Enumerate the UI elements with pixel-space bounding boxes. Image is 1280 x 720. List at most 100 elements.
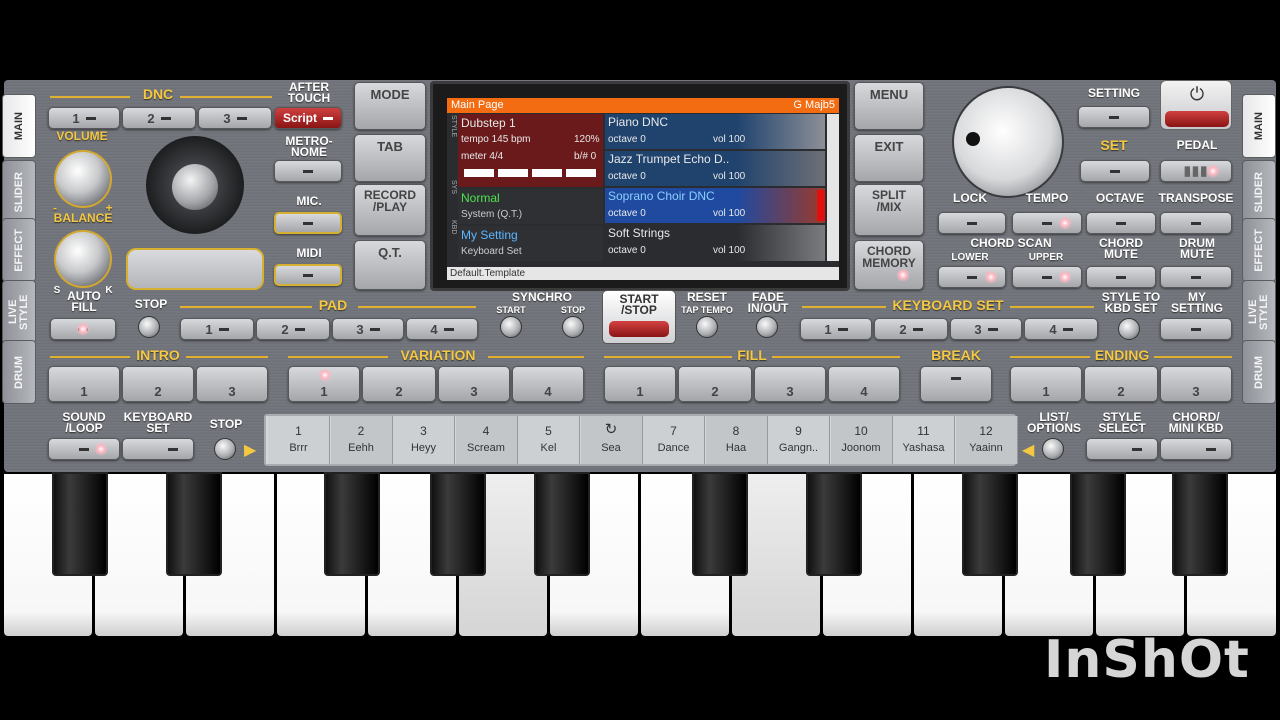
dnc-2-button[interactable]: 2 [122, 107, 196, 129]
my-setting-panel[interactable]: My Setting Keyboard Set [458, 226, 603, 261]
normal-panel[interactable]: Normal System (Q.T.) [458, 189, 603, 224]
list-options-knob[interactable] [1042, 438, 1064, 460]
pad-stop-knob[interactable] [138, 316, 160, 338]
keyboard-set-button[interactable] [122, 438, 194, 460]
reset-knob[interactable] [696, 316, 718, 338]
start-stop-button[interactable]: START /STOP [602, 290, 676, 344]
sound-pad-2[interactable]: 2 Eehh [330, 416, 393, 464]
tab-slider-left[interactable]: SLIDER [2, 160, 36, 224]
tab-live-style-left[interactable]: LIVE STYLE [2, 280, 36, 344]
metronome-button[interactable] [274, 160, 342, 182]
black-key[interactable] [1172, 472, 1228, 576]
midi-button[interactable] [274, 264, 342, 286]
upper2-voice[interactable]: Jazz Trumpet Echo D.. octave 0 vol 100 [605, 151, 825, 186]
pad-4-button[interactable]: 4 [406, 318, 478, 340]
mic-button[interactable] [274, 212, 342, 234]
exit-button[interactable]: EXIT [854, 134, 924, 182]
sound-pad-10[interactable]: 10 Joonom [830, 416, 893, 464]
black-key[interactable] [806, 472, 862, 576]
black-key[interactable] [962, 472, 1018, 576]
record-play-button[interactable]: RECORD /PLAY [354, 184, 426, 236]
black-key[interactable] [430, 472, 486, 576]
octave-button[interactable] [1086, 212, 1156, 234]
black-key[interactable] [692, 472, 748, 576]
fill-3-button[interactable]: 3 [754, 366, 826, 402]
dnc-3-button[interactable]: 3 [198, 107, 272, 129]
chord-memory-button[interactable]: CHORD MEMORY [854, 240, 924, 290]
voice-scrollbar[interactable] [827, 114, 839, 261]
style-to-kbd-knob[interactable] [1118, 318, 1140, 340]
black-key[interactable] [52, 472, 108, 576]
chord-mini-kbd-button[interactable] [1160, 438, 1232, 460]
variation-2-button[interactable]: 2 [362, 366, 436, 402]
my-setting-button[interactable] [1160, 318, 1232, 340]
kbd-set-2-button[interactable]: 2 [874, 318, 948, 340]
pad-1-button[interactable]: 1 [180, 318, 254, 340]
sound-pad-1[interactable]: 1 Brrr [268, 416, 330, 464]
ending-2-button[interactable]: 2 [1084, 366, 1158, 402]
sound-pad-12[interactable]: 12 Yaainn [955, 416, 1018, 464]
ending-3-button[interactable]: 3 [1160, 366, 1232, 402]
sound-pad-6[interactable]: ↻ Sea [580, 416, 643, 464]
sound-pad-4[interactable]: 4 Scream [455, 416, 518, 464]
kbd-set-4-button[interactable]: 4 [1024, 318, 1098, 340]
fill-4-button[interactable]: 4 [828, 366, 900, 402]
tab-main-right[interactable]: MAIN [1242, 94, 1276, 158]
split-mix-button[interactable]: SPLIT /MIX [854, 184, 924, 236]
intro-1-button[interactable]: 1 [48, 366, 120, 402]
transpose-button[interactable] [1160, 212, 1232, 234]
qt-button[interactable]: Q.T. [354, 240, 426, 290]
joystick-handle[interactable] [172, 164, 218, 210]
fill-2-button[interactable]: 2 [678, 366, 752, 402]
drum-mute-button[interactable] [1160, 266, 1232, 288]
chord-mute-button[interactable] [1086, 266, 1156, 288]
sound-loop-button[interactable] [48, 438, 120, 460]
tab-button[interactable]: TAB [354, 134, 426, 182]
set-button[interactable] [1080, 160, 1150, 182]
black-key[interactable] [166, 472, 222, 576]
chevron-left-icon[interactable]: ◀ [1022, 440, 1034, 460]
pitch-pad[interactable] [126, 248, 264, 290]
fade-knob[interactable] [756, 316, 778, 338]
synchro-stop-knob[interactable] [562, 316, 584, 338]
tab-live-style-right[interactable]: LIVE STYLE [1242, 280, 1276, 344]
pad-2-button[interactable]: 2 [256, 318, 330, 340]
variation-4-button[interactable]: 4 [512, 366, 584, 402]
tab-main-left[interactable]: MAIN [2, 94, 36, 158]
tab-slider-right[interactable]: SLIDER [1242, 160, 1276, 224]
sound-pad-9[interactable]: 9 Gangn.. [768, 416, 830, 464]
setting-button[interactable] [1078, 106, 1150, 128]
mode-button[interactable]: MODE [354, 82, 426, 130]
kbd-set-3-button[interactable]: 3 [950, 318, 1022, 340]
dnc-1-button[interactable]: 1 [48, 107, 120, 129]
kbd-set-1-button[interactable]: 1 [800, 318, 872, 340]
sound-pad-5[interactable]: 5 Kel [518, 416, 580, 464]
balance-knob[interactable] [54, 230, 112, 288]
tab-drum-left[interactable]: DRUM [2, 340, 36, 404]
sound-pad-8[interactable]: 8 Haa [705, 416, 768, 464]
style-select-button[interactable] [1086, 438, 1158, 460]
fill-1-button[interactable]: 1 [604, 366, 676, 402]
lower-voice[interactable]: Soft Strings octave 0 vol 100 [605, 225, 825, 261]
pad-3-button[interactable]: 3 [332, 318, 404, 340]
power-button[interactable]: ⏻ [1160, 80, 1232, 130]
sound-pad-11[interactable]: 11 Yashasa [893, 416, 955, 464]
sound-pad-7[interactable]: 7 Dance [643, 416, 705, 464]
upper1-voice[interactable]: Piano DNC octave 0 vol 100 [605, 114, 825, 149]
black-key[interactable] [534, 472, 590, 576]
black-key[interactable] [324, 472, 380, 576]
intro-3-button[interactable]: 3 [196, 366, 268, 402]
synchro-start-knob[interactable] [500, 316, 522, 338]
variation-3-button[interactable]: 3 [438, 366, 510, 402]
lock-button[interactable] [938, 212, 1006, 234]
upper3-voice[interactable]: Soprano Choir DNC octave 0 vol 100 [605, 188, 825, 223]
script-button[interactable]: Script [274, 107, 342, 129]
menu-button[interactable]: MENU [854, 82, 924, 130]
tab-drum-right[interactable]: DRUM [1242, 340, 1276, 404]
pedal-button[interactable]: ▮▮▮ [1160, 160, 1232, 182]
volume-knob[interactable] [54, 150, 112, 208]
sound-pad-3[interactable]: 3 Heyy [393, 416, 455, 464]
sound-stop-knob[interactable] [214, 438, 236, 460]
tab-effect-right[interactable]: EFFECT [1242, 218, 1276, 282]
ending-1-button[interactable]: 1 [1010, 366, 1082, 402]
